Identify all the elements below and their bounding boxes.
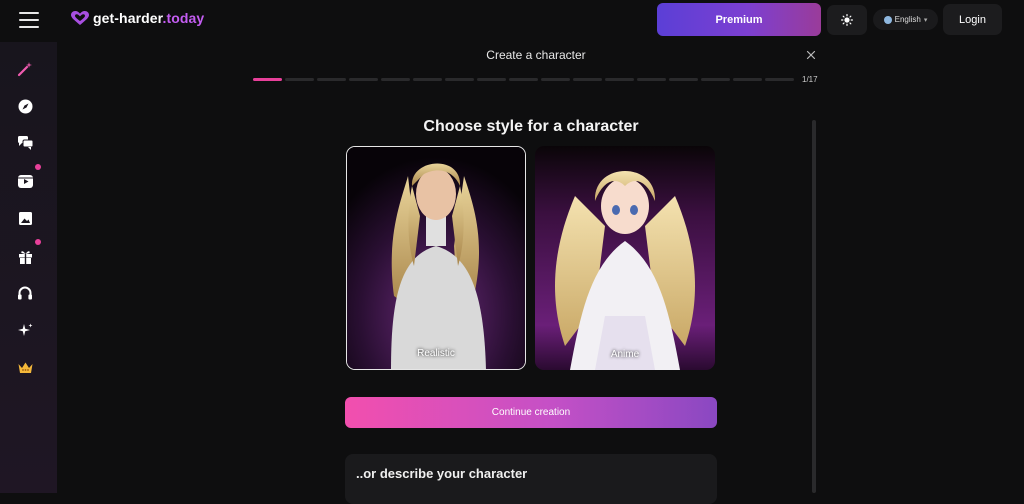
continue-creation-button[interactable]: Continue creation — [345, 397, 717, 428]
logo[interactable]: get-harder.today — [71, 10, 204, 26]
language-label: English — [894, 15, 921, 24]
theme-toggle-button[interactable] — [827, 5, 867, 35]
progress-segment — [349, 78, 378, 81]
sidebar-item-premium[interactable] — [14, 357, 36, 379]
language-selector[interactable]: English ▾ — [873, 9, 938, 30]
logo-text: get-harder.today — [93, 10, 205, 26]
sidebar-item-explore[interactable] — [14, 95, 36, 117]
progress-counter: 1/17 — [802, 75, 818, 84]
progress-segment — [477, 78, 506, 81]
describe-character-label: ..or describe your character — [356, 466, 528, 481]
notification-dot — [35, 164, 41, 170]
sun-icon — [841, 14, 853, 26]
headphones-icon — [18, 286, 32, 300]
premium-button[interactable]: Premium — [657, 3, 821, 36]
notification-dot — [35, 239, 41, 245]
progress-segment — [381, 78, 410, 81]
modal-title: Create a character — [486, 48, 586, 62]
crown-icon — [18, 362, 32, 373]
sidebar-item-voice[interactable] — [14, 282, 36, 304]
sidebar-item-gifts[interactable] — [14, 245, 36, 267]
chat-icon — [17, 136, 33, 150]
top-bar: get-harder.today Premium English ▾ Login — [0, 0, 1024, 40]
sidebar-item-videos[interactable] — [14, 170, 36, 192]
progress-segment — [413, 78, 442, 81]
scrollbar[interactable] — [812, 120, 816, 493]
menu-icon[interactable] — [19, 12, 39, 28]
globe-icon — [883, 15, 892, 24]
sidebar-item-chats[interactable] — [14, 132, 36, 154]
style-card-anime[interactable]: Anime — [535, 146, 715, 370]
progress-segment — [765, 78, 794, 81]
sidebar-item-ai[interactable] — [14, 319, 36, 341]
progress-segment — [669, 78, 698, 81]
login-button[interactable]: Login — [943, 4, 1002, 35]
progress-segment — [509, 78, 538, 81]
style-label-realistic: Realistic — [417, 348, 455, 359]
gift-icon — [18, 250, 32, 264]
progress-segment — [317, 78, 346, 81]
style-card-realistic[interactable]: Realistic — [346, 146, 526, 370]
chevron-down-icon: ▾ — [923, 16, 928, 24]
realistic-preview-image — [347, 147, 525, 369]
progress-segment — [541, 78, 570, 81]
progress-bar — [253, 78, 794, 81]
progress-segment — [285, 78, 314, 81]
sidebar — [0, 42, 57, 493]
heart-logo-icon — [71, 10, 89, 25]
step-heading: Choose style for a character — [423, 118, 639, 135]
image-icon — [18, 211, 32, 225]
anime-preview-image — [535, 146, 715, 370]
progress-segment — [605, 78, 634, 81]
close-icon[interactable] — [804, 48, 818, 62]
progress-segment — [573, 78, 602, 81]
progress-segment — [445, 78, 474, 81]
sidebar-item-gallery[interactable] — [14, 207, 36, 229]
progress-segment — [733, 78, 762, 81]
video-icon — [17, 174, 33, 188]
magic-wand-icon — [17, 62, 32, 77]
describe-character-panel[interactable]: ..or describe your character — [345, 454, 717, 504]
progress-segment — [637, 78, 666, 81]
progress-segment — [701, 78, 730, 81]
progress-segment — [253, 78, 282, 81]
sparkles-icon — [17, 323, 32, 336]
style-label-anime: Anime — [610, 349, 640, 360]
compass-icon — [18, 99, 32, 113]
